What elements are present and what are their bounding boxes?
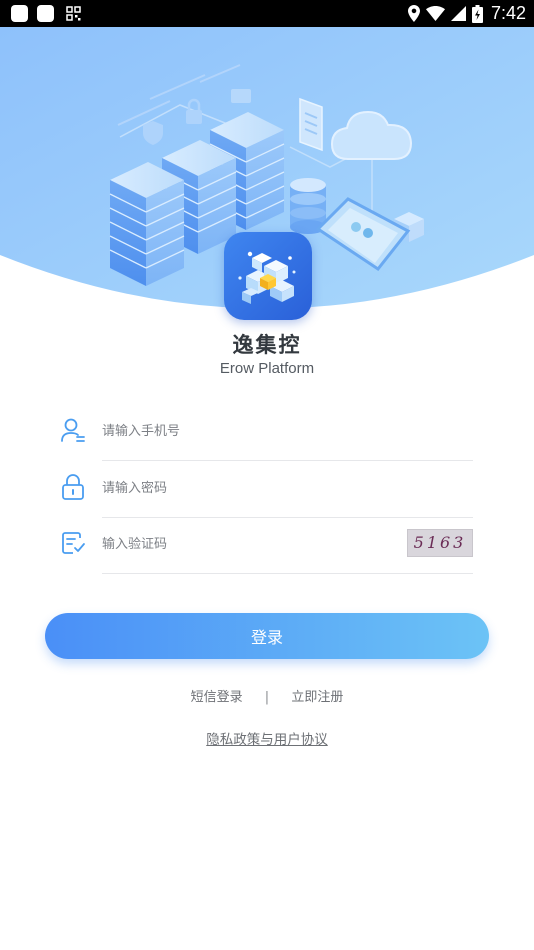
captcha-image[interactable]: 5163 [407,529,473,557]
link-separator: | [264,690,270,705]
sms-login-link[interactable]: 短信登录 [191,686,243,705]
app-notification-icon [37,5,54,22]
wifi-icon [425,6,445,21]
phone-input[interactable] [102,403,473,460]
captcha-field: 5163 [60,516,473,574]
password-input[interactable] [102,460,473,517]
location-icon [407,5,420,22]
battery-icon [471,4,483,23]
login-button[interactable]: 登录 [45,613,489,659]
cube-cluster-icon [238,251,296,304]
captcha-input[interactable] [102,516,392,573]
app-logo [224,232,312,320]
clock: 7:42 [490,3,526,23]
grid-icon [66,6,81,21]
status-bar: 7:42 [0,0,534,27]
phone-field [60,403,473,461]
register-link[interactable]: 立即注册 [291,686,343,705]
app-notification-icon [11,5,28,22]
signal-icon [450,6,466,21]
user-icon [61,418,85,442]
verify-icon [62,532,85,554]
lock-icon [62,474,84,500]
password-field [60,460,473,518]
auth-links: 短信登录 | 立即注册 [0,686,534,705]
app-subtitle: Erow Platform [219,360,315,377]
app-title: 逸集控 [232,333,302,357]
privacy-link[interactable]: 隐私政策与用户协议 [0,728,534,748]
divider [102,573,473,574]
